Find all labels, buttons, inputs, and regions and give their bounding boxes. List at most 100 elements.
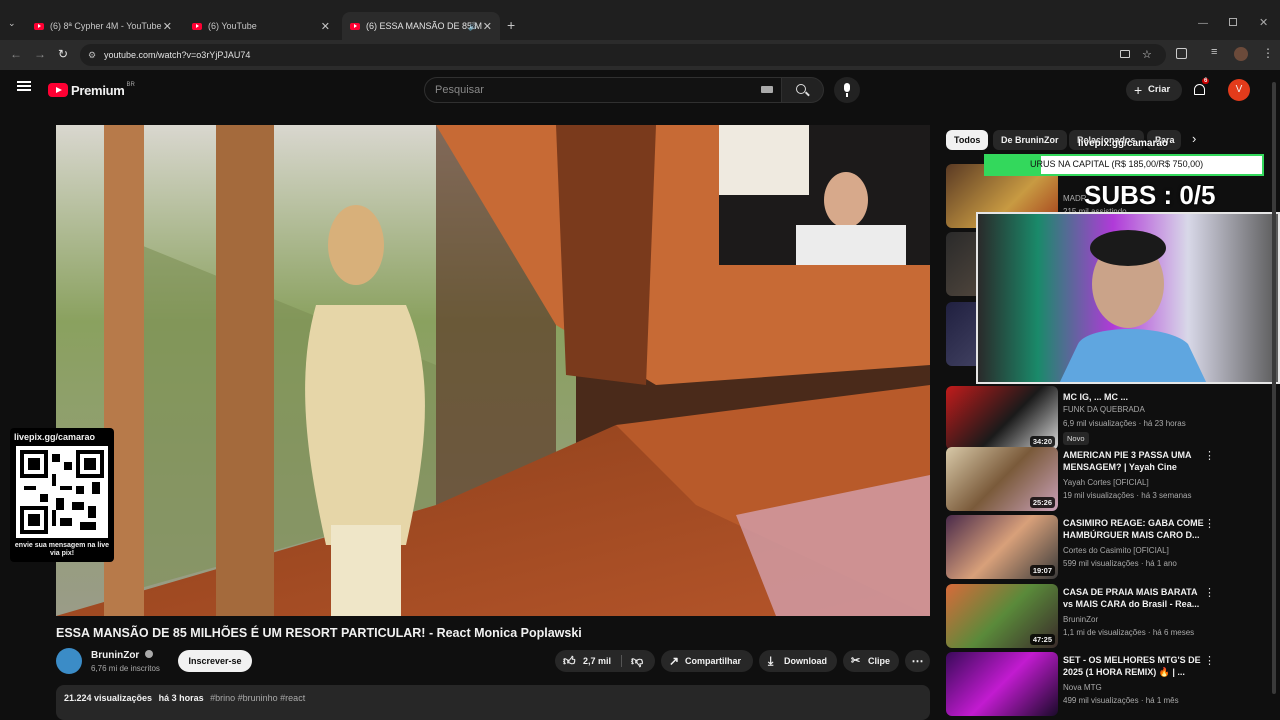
browser-tab-2[interactable]: (6) YouTube ✕ (184, 12, 338, 40)
video-duration: 19:07 (1029, 565, 1055, 576)
thumbs-down-icon: 👎︎ (631, 654, 644, 668)
search-input[interactable]: Pesquisar (424, 77, 782, 103)
close-tab-icon[interactable]: ✕ (163, 20, 172, 33)
media-control-icon[interactable]: ≡ (1211, 46, 1217, 58)
download-button[interactable]: ⤓ Download (759, 650, 837, 672)
chip-channel[interactable]: De BruninZor (993, 130, 1067, 150)
minimize-icon[interactable]: — (1198, 18, 1208, 29)
search-button[interactable] (782, 77, 824, 103)
streamer-webcam (976, 212, 1280, 384)
browser-toolbar: ← → ↻ ⚙ youtube.com/watch?v=o3rYjPJAU74 … (0, 40, 1280, 70)
install-app-icon[interactable] (1120, 50, 1130, 58)
channel-name: BruninZor (1063, 615, 1099, 624)
tab-search-chevron-icon[interactable]: ⌄ (8, 18, 16, 29)
hamburger-menu-icon[interactable] (17, 81, 31, 91)
browser-tab-3[interactable]: (6) ESSA MANSÃO DE 85 M 🔊 ✕ (342, 12, 500, 40)
more-vertical-icon[interactable]: ⋮ (1204, 654, 1215, 667)
create-label: Criar (1148, 84, 1171, 95)
close-window-icon[interactable]: ✕ (1259, 16, 1268, 29)
share-button[interactable]: ↗ Compartilhar (661, 650, 753, 672)
channel-name: Yayah Cortes [OFICIAL] (1063, 478, 1149, 487)
page-scrollbar[interactable] (1272, 82, 1276, 694)
recommendation-item[interactable]: SET - OS MELHORES MTG'S DE 2025 (1 HORA … (946, 652, 1266, 716)
video-meta: 19 mil visualizações · há 3 semanas (1063, 491, 1192, 500)
recommendation-item[interactable]: 47:25 CASA DE PRAIA MAIS BARATA vs MAIS … (946, 584, 1266, 648)
like-dislike-group: 👍︎ 2,7 mil 👎︎ (555, 650, 655, 672)
profile-avatar[interactable] (1234, 47, 1248, 61)
close-tab-icon[interactable]: ✕ (321, 20, 330, 33)
video-title: ESSA MANSÃO DE 85 MILHÕES É UM RESORT PA… (56, 626, 582, 640)
address-bar[interactable]: ⚙ youtube.com/watch?v=o3rYjPJAU74 ☆ (80, 44, 1166, 66)
chevron-right-icon[interactable]: › (1192, 131, 1196, 146)
recommendation-item[interactable]: 19:07 CASIMIRO REAGE: GABA COME HAMBÚRGU… (946, 515, 1266, 579)
microphone-icon (844, 83, 850, 92)
browser-tab-bar: ⌄ (6) 8ª Cypher 4M - YouTube ✕ (6) YouTu… (0, 0, 1280, 40)
back-icon[interactable]: ← (10, 47, 22, 61)
tab-title: (6) ESSA MANSÃO DE 85 M (366, 21, 483, 31)
new-tab-button[interactable]: + (507, 17, 515, 33)
tab-title: (6) YouTube (208, 21, 257, 31)
speaker-icon[interactable]: 🔊 (468, 22, 478, 31)
youtube-logo-icon (48, 83, 68, 97)
more-vertical-icon[interactable]: ⋮ (1204, 586, 1215, 599)
download-label: Download (784, 656, 827, 666)
youtube-header: Premium BR Pesquisar + Criar 6 V (0, 70, 1280, 110)
channel-name-text: BruninZor (91, 650, 140, 661)
clip-button[interactable]: ✂ Clipe (843, 650, 899, 672)
site-info-icon[interactable]: ⚙ (88, 44, 96, 66)
video-thumbnail: 19:07 (946, 515, 1058, 579)
subscribe-button[interactable]: Inscrever-se (178, 650, 252, 672)
tab-title: (6) 8ª Cypher 4M - YouTube (50, 21, 162, 31)
hashtags[interactable]: #brino #bruninho #react (210, 693, 305, 703)
plus-icon: + (1134, 82, 1143, 98)
download-icon: ⤓ (768, 654, 774, 668)
video-title: CASIMIRO REAGE: GABA COME HAMBÚRGUER MAI… (1063, 518, 1204, 540)
video-duration: 47:25 (1029, 634, 1055, 645)
channel-name: Cortes do Casimito [OFICIAL] (1063, 546, 1169, 555)
upload-age: há 3 horas (158, 693, 204, 703)
more-actions-button[interactable]: ⋯ (905, 650, 930, 672)
chip-todos[interactable]: Todos (946, 130, 989, 150)
youtube-favicon-icon (192, 22, 202, 30)
close-tab-icon[interactable]: ✕ (483, 20, 492, 33)
subscriber-count: 6,76 mi de inscritos (91, 664, 160, 673)
share-label: Compartilhar (685, 656, 742, 666)
forward-icon[interactable]: → (34, 47, 46, 61)
dislike-button[interactable]: 👎︎ (623, 650, 655, 672)
browser-tab-1[interactable]: (6) 8ª Cypher 4M - YouTube ✕ (26, 12, 180, 40)
description-box[interactable]: 21.224 visualizações há 3 horas #brino #… (56, 685, 930, 720)
channel-name: Nova MTG (1063, 683, 1102, 692)
share-icon: ↗ (669, 654, 680, 668)
voice-search-button[interactable] (834, 77, 860, 103)
region-code: BR (126, 82, 135, 88)
restore-icon[interactable] (1229, 18, 1237, 26)
video-title: AMERICAN PIE 3 PASSA UMA MENSAGEM? | Yay… (1063, 450, 1192, 472)
thumbs-up-icon: 👍︎ (563, 654, 576, 668)
recommendation-item[interactable]: 34:20 MC IG, ... MC ... FUNK DA QUEBRADA… (946, 386, 1266, 450)
new-badge: Novo (1063, 432, 1089, 445)
more-vertical-icon[interactable]: ⋮ (1204, 517, 1215, 530)
browser-menu-icon[interactable]: ⋮ (1262, 46, 1274, 60)
recommendation-item[interactable]: 25:26 AMERICAN PIE 3 PASSA UMA MENSAGEM?… (946, 447, 1266, 511)
channel-avatar[interactable] (56, 648, 82, 674)
account-avatar[interactable]: V (1228, 79, 1250, 101)
bookmark-star-icon[interactable]: ☆ (1142, 44, 1152, 66)
qr-code-icon (16, 446, 108, 538)
more-vertical-icon[interactable]: ⋮ (1204, 449, 1215, 462)
video-title: CASA DE PRAIA MAIS BARATA vs MAIS CARA d… (1063, 587, 1200, 609)
video-duration: 25:26 (1029, 497, 1055, 508)
like-button[interactable]: 👍︎ 2,7 mil (555, 650, 621, 672)
reload-icon[interactable]: ↻ (58, 47, 68, 61)
create-button[interactable]: + Criar (1126, 79, 1182, 101)
more-horizontal-icon: ⋯ (911, 654, 924, 668)
subs-counter: SUBS : 0/5 (1084, 180, 1216, 210)
youtube-premium-logo[interactable]: Premium BR (48, 82, 135, 98)
channel-name[interactable]: BruninZor (91, 650, 154, 661)
extensions-icon[interactable] (1176, 48, 1187, 59)
bell-icon (1194, 84, 1205, 95)
video-meta: 1,1 mi de visualizações · há 6 meses (1063, 628, 1195, 637)
notifications-button[interactable]: 6 (1192, 78, 1210, 98)
stream-url-overlay: livepix.gg/camarao (1078, 138, 1169, 149)
keyboard-icon[interactable] (761, 86, 773, 93)
video-player[interactable] (56, 125, 930, 616)
